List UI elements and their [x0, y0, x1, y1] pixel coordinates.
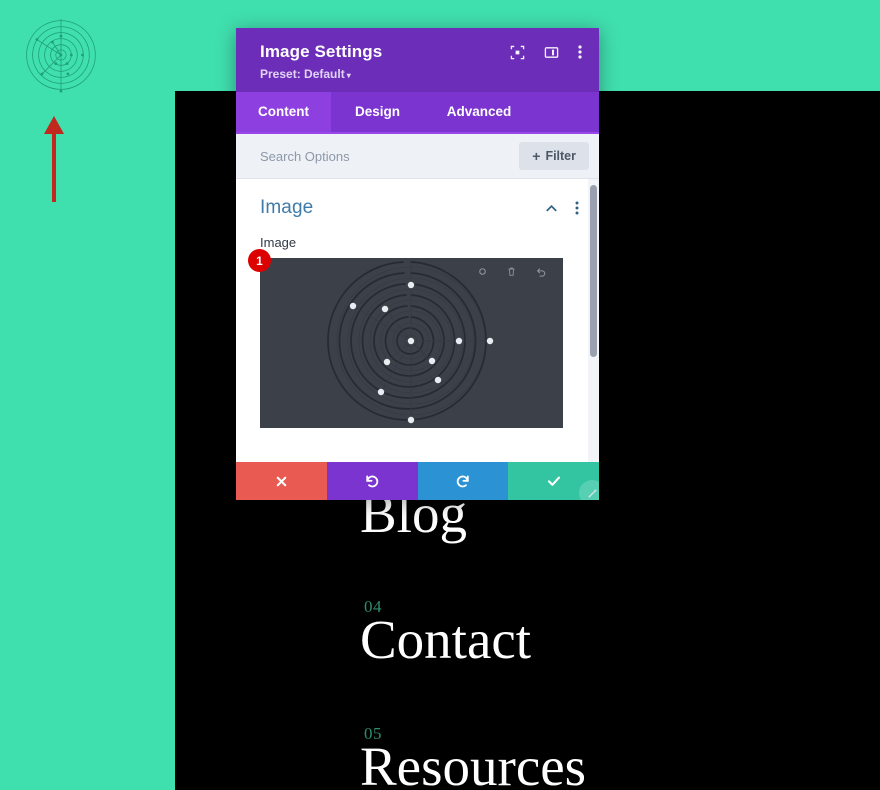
image-settings-modal: Image Settings Preset: Default ▾ Content… — [236, 28, 599, 500]
status-badge: 1 — [248, 249, 271, 272]
more-options-icon[interactable] — [578, 44, 582, 60]
cancel-button[interactable] — [236, 462, 327, 500]
more-options-icon[interactable] — [575, 200, 579, 216]
filter-button-label: Filter — [545, 149, 576, 163]
chevron-down-icon: ▾ — [346, 71, 351, 80]
image-preview[interactable] — [260, 258, 563, 428]
site-nav-list: 03 Blog 04 Contact 05 Resources — [360, 471, 840, 790]
modal-header-actions — [510, 44, 582, 60]
preset-selector[interactable]: Preset: Default ▾ — [260, 67, 579, 81]
chevron-up-icon[interactable] — [544, 201, 559, 216]
spiral-orbit-logo-icon — [18, 12, 104, 98]
modal-header: Image Settings Preset: Default ▾ — [236, 28, 599, 92]
section-header-image: Image — [236, 179, 599, 229]
image-field: 1 — [248, 249, 563, 428]
redo-button[interactable] — [417, 462, 509, 500]
field-label-image: Image — [260, 235, 297, 250]
modal-tabs: Content Design Advanced — [236, 92, 599, 134]
resize-grip-icon[interactable] — [579, 480, 599, 500]
modal-body: Image Image 1 — [236, 179, 599, 462]
undo-icon[interactable] — [535, 266, 547, 278]
tab-design[interactable]: Design — [331, 92, 424, 132]
filter-button[interactable]: + Filter — [519, 142, 589, 170]
nav-title: Contact — [360, 609, 532, 671]
red-up-arrow-icon — [36, 114, 72, 202]
search-row: + Filter — [236, 134, 599, 179]
nav-entry-resources[interactable]: 05 Resources — [360, 724, 840, 790]
layout-view-icon[interactable] — [544, 45, 559, 60]
section-title: Image — [260, 197, 314, 218]
image-preview-tools — [477, 266, 547, 278]
fullscreen-icon[interactable] — [510, 45, 525, 60]
nav-entry-contact[interactable]: 04 Contact — [360, 597, 840, 669]
tab-advanced[interactable]: Advanced — [424, 92, 534, 132]
tab-content[interactable]: Content — [236, 92, 331, 132]
modal-scrollbar[interactable] — [590, 185, 597, 357]
search-input[interactable] — [260, 148, 520, 164]
preset-label: Preset: Default — [260, 67, 345, 81]
plus-icon: + — [532, 148, 541, 164]
modal-footer — [236, 462, 599, 500]
spiral-orbit-image — [327, 261, 494, 424]
nav-title: Resources — [360, 735, 587, 790]
settings-icon[interactable] — [477, 266, 488, 278]
undo-button[interactable] — [326, 462, 418, 500]
screen: 03 Blog 04 Contact 05 Resources — [0, 0, 880, 790]
trash-icon[interactable] — [506, 266, 517, 278]
